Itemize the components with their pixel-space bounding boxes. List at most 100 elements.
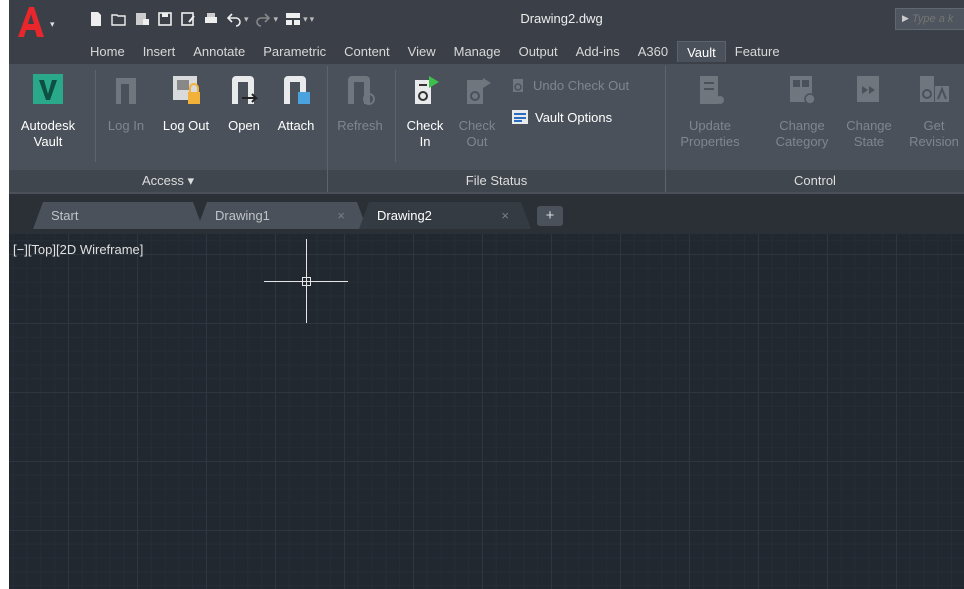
new-drawing-tab-button[interactable]: + xyxy=(537,206,563,226)
log-in-icon xyxy=(116,78,136,104)
change-category-icon xyxy=(790,76,816,105)
search-expand-icon[interactable]: ▶ xyxy=(902,13,909,24)
refresh-button[interactable]: Refresh xyxy=(335,72,385,134)
viewport-controls-label[interactable]: [−][Top][2D Wireframe] xyxy=(13,242,143,257)
search-box: ▶ xyxy=(895,8,964,30)
close-drawing2-icon[interactable]: × xyxy=(501,202,509,229)
title-bar: Drawing2.dwg ▾ ▾ ▾ ▾ ▶ xyxy=(9,0,964,38)
get-revision-label-1: Get xyxy=(923,118,945,133)
change-state-icon xyxy=(857,76,879,102)
save-as-icon[interactable] xyxy=(179,11,196,28)
redo-dropdown-icon[interactable]: ▾ xyxy=(274,14,279,25)
undo-check-out-button[interactable]: Undo Check Out xyxy=(511,77,629,93)
undo-check-out-icon xyxy=(513,79,523,92)
file-tab-start[interactable]: Start xyxy=(33,202,203,229)
refresh-icon xyxy=(348,76,375,105)
print-icon[interactable] xyxy=(202,11,219,28)
change-category-label-2: Category xyxy=(775,134,829,149)
check-out-label-2: Out xyxy=(466,134,488,149)
vault-attach-icon xyxy=(284,76,310,104)
file-status-divider xyxy=(395,70,396,162)
vault-open-icon xyxy=(232,76,259,104)
log-in-button[interactable]: Log In xyxy=(103,72,149,134)
refresh-label: Refresh xyxy=(337,118,383,133)
access-divider xyxy=(95,70,96,162)
change-state-label-1: Change xyxy=(846,118,892,133)
undo-check-out-label: Undo Check Out xyxy=(533,77,630,93)
ribbon-tabs: Home Insert Annotate Parametric Content … xyxy=(81,41,789,62)
autocad-logo-icon xyxy=(18,7,44,37)
undo-dropdown-icon[interactable]: ▾ xyxy=(244,14,249,25)
app-menu-arrow-icon: ▾ xyxy=(50,19,55,29)
tab-manage[interactable]: Manage xyxy=(445,41,510,62)
log-out-button[interactable]: Log Out xyxy=(155,72,217,134)
check-in-label-2: In xyxy=(419,134,431,149)
autodesk-vault-label-1: Autodesk xyxy=(20,118,76,133)
tab-vault[interactable]: Vault xyxy=(677,41,726,62)
tab-home[interactable]: Home xyxy=(81,41,134,62)
check-in-icon xyxy=(415,76,439,104)
workspace-dropdown-icon[interactable]: ▾ xyxy=(303,14,308,25)
change-category-label-1: Change xyxy=(779,118,825,133)
check-in-label-1: Check xyxy=(406,118,444,133)
file-tab-drawing1[interactable]: Drawing1 × xyxy=(197,202,367,229)
attach-label: Attach xyxy=(277,118,315,133)
new-file-icon[interactable] xyxy=(87,11,104,28)
tab-featured[interactable]: Feature xyxy=(726,41,789,62)
tab-content[interactable]: Content xyxy=(335,41,399,62)
attach-button[interactable]: Attach xyxy=(271,72,321,134)
autocad-window: Drawing2.dwg ▾ ▾ ▾ ▾ ▶ ▾ M xyxy=(9,0,964,589)
customize-qat-icon[interactable]: ▾ xyxy=(310,14,315,25)
check-out-icon xyxy=(467,78,491,104)
autodesk-vault-button[interactable]: Autodesk Vault xyxy=(13,72,83,150)
file-tab-drawing2-label: Drawing2 xyxy=(377,208,432,223)
control-panel-title: Control xyxy=(666,170,964,192)
update-properties-button[interactable]: Update Properties xyxy=(673,72,747,150)
save-icon[interactable] xyxy=(156,11,173,28)
update-properties-icon xyxy=(700,76,724,104)
tab-add-ins[interactable]: Add-ins xyxy=(567,41,629,62)
search-input[interactable] xyxy=(912,11,964,27)
change-state-label-2: State xyxy=(853,134,885,149)
autodesk-vault-label-2: Vault xyxy=(33,134,63,149)
file-tabs-bar: Start Drawing1 × Drawing2 × + xyxy=(9,194,964,234)
get-revision-button[interactable]: Get Revision xyxy=(903,72,964,150)
workspace-icon[interactable] xyxy=(284,11,301,28)
change-state-button[interactable]: Change State xyxy=(839,72,899,150)
vault-options-button[interactable]: Vault Options xyxy=(511,109,612,125)
vault-options-icon xyxy=(512,110,528,124)
vault-options-label: Vault Options xyxy=(535,109,613,125)
open-button[interactable]: Open xyxy=(221,72,267,134)
close-drawing1-icon[interactable]: × xyxy=(337,202,345,229)
tab-annotate[interactable]: Annotate xyxy=(184,41,254,62)
change-category-button[interactable]: Change Category xyxy=(769,72,835,150)
open-folder-icon[interactable] xyxy=(110,11,127,28)
redo-icon[interactable] xyxy=(255,11,272,28)
drawing-canvas[interactable]: [−][Top][2D Wireframe] xyxy=(9,234,964,589)
undo-icon[interactable] xyxy=(225,11,242,28)
get-revision-icon xyxy=(920,76,949,102)
tab-insert[interactable]: Insert xyxy=(134,41,185,62)
file-tab-start-label: Start xyxy=(51,208,79,223)
crosshair-pickbox xyxy=(302,277,311,286)
file-tab-drawing1-label: Drawing1 xyxy=(215,208,270,223)
tab-view[interactable]: View xyxy=(399,41,445,62)
update-properties-label-1: Update xyxy=(689,118,731,133)
check-in-button[interactable]: Check In xyxy=(403,72,447,150)
check-out-button[interactable]: Check Out xyxy=(455,72,499,150)
file-status-panel-title: File Status xyxy=(328,170,665,192)
ribbon: Autodesk Vault Log In Log Out Open Attac… xyxy=(9,64,964,194)
get-revision-label-2: Revision xyxy=(909,134,959,149)
open-label: Open xyxy=(228,118,260,133)
tab-a360[interactable]: A360 xyxy=(629,41,677,62)
tab-output[interactable]: Output xyxy=(510,41,567,62)
update-properties-label-2: Properties xyxy=(680,134,740,149)
access-panel-title[interactable]: Access ▾ xyxy=(9,170,327,192)
open-sheet-icon[interactable] xyxy=(133,11,150,28)
file-tab-drawing2[interactable]: Drawing2 × xyxy=(359,202,531,229)
quick-access-toolbar: ▾ ▾ ▾ ▾ xyxy=(87,8,314,30)
log-in-label: Log In xyxy=(107,118,145,133)
vault-logo-icon xyxy=(33,74,63,104)
tab-parametric[interactable]: Parametric xyxy=(254,41,335,62)
log-out-label: Log Out xyxy=(162,118,210,133)
